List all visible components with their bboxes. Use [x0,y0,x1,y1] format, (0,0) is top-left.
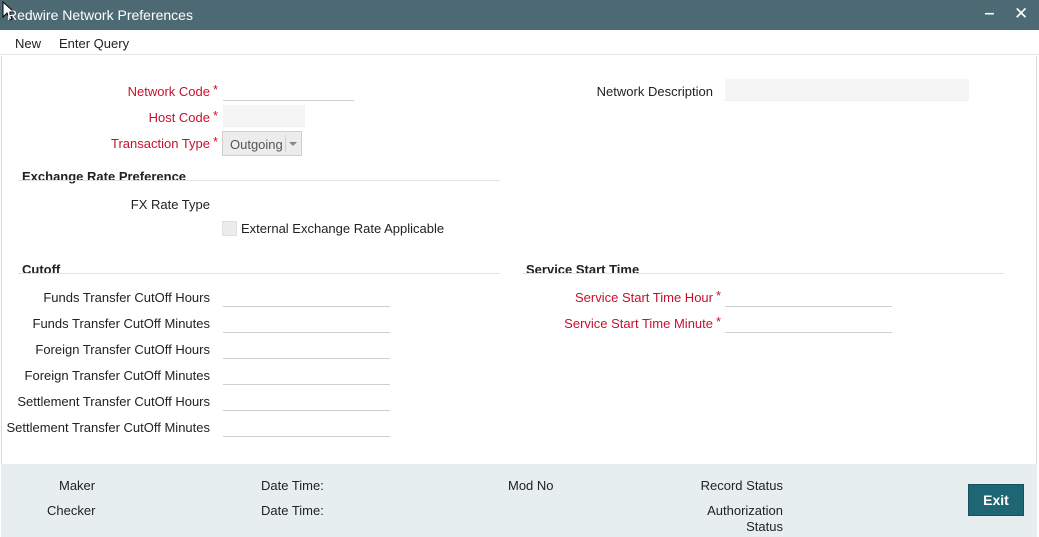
transaction-type-label: Transaction Type [111,136,210,151]
service-start-minute-input[interactable] [725,311,892,333]
transaction-type-value: Outgoing [230,137,283,152]
fx-rate-type-label: FX Rate Type [130,197,210,212]
external-rate-checkbox[interactable] [222,221,237,236]
service-start-minute-required-marker: * [716,314,722,329]
minimize-icon[interactable]: ‒ [985,5,994,23]
transaction-type-select[interactable]: Outgoing [222,131,302,156]
close-icon[interactable]: ✕ [1014,4,1028,24]
settlement-transfer-cutoff-minutes-label: Settlement Transfer CutOff Minutes [6,420,210,435]
exchange-rate-divider [18,180,500,181]
network-description-label: Network Description [596,84,713,99]
audit-footer [1,464,1037,537]
authorization-label: Authorization [707,503,783,518]
service-start-hour-label: Service Start Time Hour [575,290,713,305]
cutoff-divider [18,273,500,274]
checker-date-time-label: Date Time: [261,503,324,518]
new-menu-item[interactable]: New [15,36,41,51]
mod-no-label: Mod No [508,478,554,493]
network-code-label: Network Code [127,84,210,99]
service-start-divider [522,273,1004,274]
record-status-label: Record Status [700,478,783,493]
foreign-transfer-cutoff-minutes-label: Foreign Transfer CutOff Minutes [24,368,210,383]
window-title: Redwire Network Preferences [7,7,193,23]
host-code-input[interactable] [223,105,305,127]
service-start-section-heading: Service Start Time [526,262,640,277]
settlement-transfer-cutoff-hours-input[interactable] [223,389,390,411]
title-bar: Redwire Network Preferences ‒ ✕ [0,0,1039,30]
funds-transfer-cutoff-hours-label: Funds Transfer CutOff Hours [43,290,210,305]
settlement-transfer-cutoff-hours-label: Settlement Transfer CutOff Hours [17,394,210,409]
external-rate-label: External Exchange Rate Applicable [241,221,445,236]
network-code-required-marker: * [213,82,219,97]
chevron-down-icon[interactable] [285,135,299,152]
enter-query-menu-item[interactable]: Enter Query [59,36,129,51]
exit-button[interactable]: Exit [968,484,1024,516]
menu-bar: New Enter Query [0,30,1039,55]
foreign-transfer-cutoff-hours-input[interactable] [223,337,390,359]
transaction-type-required-marker: * [213,134,219,149]
foreign-transfer-cutoff-minutes-input[interactable] [223,363,390,385]
funds-transfer-cutoff-minutes-input[interactable] [223,311,390,333]
service-start-minute-label: Service Start Time Minute [564,316,713,331]
cutoff-section-heading: Cutoff [22,262,61,277]
network-code-input[interactable] [223,79,354,101]
foreign-transfer-cutoff-hours-label: Foreign Transfer CutOff Hours [35,342,210,357]
host-code-required-marker: * [213,108,219,123]
settlement-transfer-cutoff-minutes-input[interactable] [223,415,390,437]
service-start-hour-input[interactable] [725,285,892,307]
checker-label: Checker [47,503,96,518]
authorization-status-label: Status [746,519,783,534]
host-code-label: Host Code [148,110,210,125]
funds-transfer-cutoff-minutes-label: Funds Transfer CutOff Minutes [32,316,211,331]
service-start-hour-required-marker: * [716,288,722,303]
exchange-rate-section-heading: Exchange Rate Preference [22,169,187,184]
maker-date-time-label: Date Time: [261,478,324,493]
maker-label: Maker [59,478,96,493]
funds-transfer-cutoff-hours-input[interactable] [223,285,390,307]
network-description-input[interactable] [725,79,969,101]
